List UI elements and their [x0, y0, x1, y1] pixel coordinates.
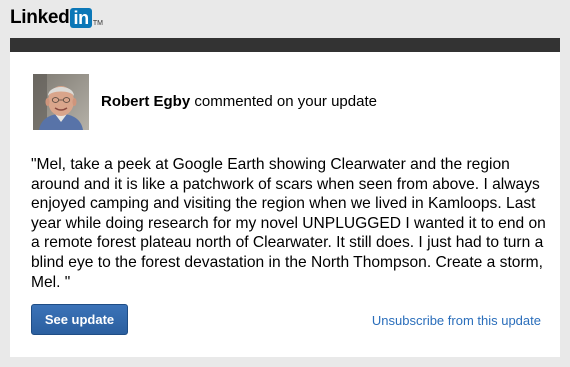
comment-text: "Mel, take a peek at Google Earth showin…	[31, 156, 546, 291]
profile-photo-icon	[33, 74, 89, 130]
action-text: commented on your update	[190, 93, 377, 110]
notification-card: Robert Egby commented on your update "Me…	[10, 38, 560, 357]
logo-in-badge: in	[70, 8, 92, 28]
notification-headline: Robert Egby commented on your update	[101, 93, 377, 111]
unsubscribe-link[interactable]: Unsubscribe from this update	[372, 313, 541, 328]
email-header: Linked in TM	[0, 0, 570, 38]
see-update-button[interactable]: See update	[31, 304, 128, 335]
author-name[interactable]: Robert Egby	[101, 93, 190, 110]
linkedin-logo[interactable]: Linked in TM	[10, 7, 103, 29]
card-top-bar	[10, 38, 560, 52]
logo-wordmark: Linked	[10, 7, 70, 28]
logo-trademark: TM	[92, 20, 103, 27]
avatar[interactable]	[33, 74, 89, 130]
